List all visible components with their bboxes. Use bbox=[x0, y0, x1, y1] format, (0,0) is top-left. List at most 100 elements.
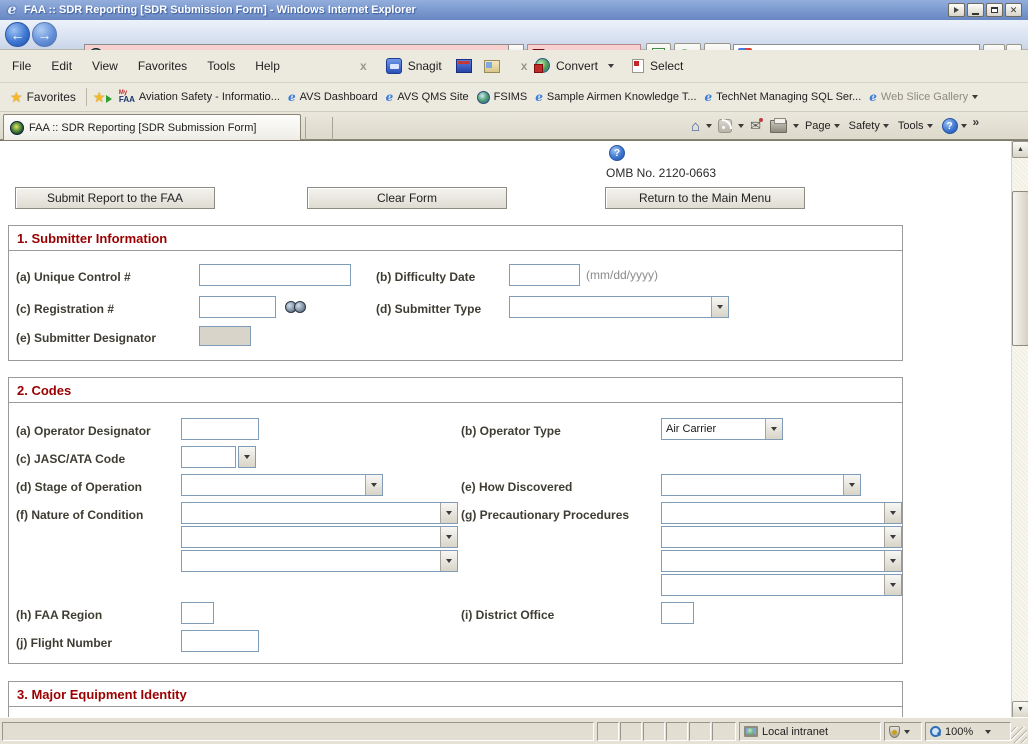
back-button[interactable]: ← bbox=[5, 22, 30, 47]
chevron-down-icon[interactable] bbox=[608, 64, 614, 68]
scroll-up-button[interactable]: ▲ bbox=[1012, 141, 1028, 158]
menu-tools[interactable]: Tools bbox=[199, 56, 243, 76]
scroll-down-button[interactable]: ▼ bbox=[1012, 701, 1028, 718]
resize-grip[interactable] bbox=[1011, 727, 1027, 743]
nature-of-condition-select-1[interactable] bbox=[181, 502, 458, 524]
registration-input[interactable] bbox=[199, 296, 276, 318]
convert-button[interactable]: Convert bbox=[556, 59, 598, 73]
home-button[interactable]: ⌂ bbox=[688, 117, 703, 136]
chevron-down-icon bbox=[849, 483, 855, 487]
select-dropdown-button[interactable] bbox=[884, 503, 901, 523]
select-button[interactable]: Select bbox=[650, 59, 683, 73]
faa-region-input[interactable] bbox=[181, 602, 214, 624]
new-tab-stub[interactable] bbox=[305, 117, 333, 140]
page-content: ? OMB No. 2120-0663 Submit Report to the… bbox=[0, 140, 1028, 717]
minimize-button[interactable] bbox=[967, 3, 984, 17]
favorite-link-aviation-safety[interactable]: MyFAA Aviation Safety - Informatio... bbox=[115, 87, 284, 107]
select-dropdown-button[interactable] bbox=[884, 527, 901, 547]
flight-number-input[interactable] bbox=[181, 630, 259, 652]
convert-icon bbox=[535, 58, 550, 73]
return-main-menu-button[interactable]: Return to the Main Menu bbox=[605, 187, 805, 209]
operator-type-select[interactable]: Air Carrier bbox=[661, 418, 783, 440]
add-favorite-button[interactable]: ★ bbox=[93, 89, 111, 105]
zoom-control-pane[interactable]: 100% bbox=[925, 722, 1011, 741]
tab-sdr-submission-form[interactable]: FAA :: SDR Reporting [SDR Submission For… bbox=[3, 114, 301, 140]
scrollbar-thumb[interactable] bbox=[1012, 191, 1028, 346]
feeds-dropdown[interactable] bbox=[738, 124, 744, 128]
close-button[interactable]: ✕ bbox=[1005, 3, 1022, 17]
registration-lookup-binoculars-icon[interactable] bbox=[285, 299, 307, 313]
unique-control-input[interactable] bbox=[199, 264, 351, 286]
select-dropdown-button[interactable] bbox=[711, 297, 728, 317]
tools-menu-button[interactable]: Tools bbox=[895, 118, 936, 134]
read-mail-button[interactable]: ✉ bbox=[747, 116, 764, 136]
toolbar-overflow-button[interactable]: » bbox=[973, 115, 980, 129]
help-menu-button[interactable]: ? bbox=[939, 116, 970, 136]
restore-button[interactable] bbox=[986, 3, 1003, 17]
vertical-scrollbar[interactable]: ▲ ▼ bbox=[1011, 141, 1028, 718]
select-dropdown-button[interactable] bbox=[440, 551, 457, 571]
favorite-link-technet-sql[interactable]: e TechNet Managing SQL Ser... bbox=[701, 87, 866, 107]
favorite-link-fsims[interactable]: FSIMS bbox=[473, 88, 532, 107]
snagit-capture-button[interactable] bbox=[456, 59, 472, 73]
precautionary-procedures-select-2[interactable] bbox=[661, 526, 902, 548]
favorite-link-avs-dashboard[interactable]: e AVS Dashboard bbox=[284, 87, 382, 107]
section-major-equipment-identity: 3. Major Equipment Identity bbox=[8, 681, 903, 718]
omb-number: OMB No. 2120-0663 bbox=[606, 166, 716, 180]
nature-of-condition-select-2[interactable] bbox=[181, 526, 458, 548]
menu-file[interactable]: File bbox=[4, 56, 39, 76]
printer-icon bbox=[770, 120, 787, 133]
select-dropdown-button[interactable] bbox=[440, 503, 457, 523]
menu-edit[interactable]: Edit bbox=[43, 56, 80, 76]
menu-help[interactable]: Help bbox=[247, 56, 288, 76]
select-dropdown-button[interactable] bbox=[884, 551, 901, 571]
print-dropdown[interactable] bbox=[793, 124, 799, 128]
menu-favorites[interactable]: Favorites bbox=[130, 56, 195, 76]
snagit-profile-button[interactable] bbox=[484, 60, 500, 73]
select-dropdown-button[interactable] bbox=[440, 527, 457, 547]
toolbar-close-button[interactable]: x bbox=[516, 59, 533, 73]
print-button[interactable] bbox=[767, 118, 790, 135]
favorite-link-web-slice-gallery[interactable]: e Web Slice Gallery bbox=[865, 87, 982, 107]
status-pane bbox=[597, 722, 619, 741]
difficulty-date-input[interactable] bbox=[509, 264, 580, 286]
select-dropdown-button[interactable] bbox=[843, 475, 860, 495]
section-title: 2. Codes bbox=[9, 378, 902, 403]
forward-button[interactable]: → bbox=[32, 22, 57, 47]
submit-report-button[interactable]: Submit Report to the FAA bbox=[15, 187, 215, 209]
favorite-link-sample-airmen[interactable]: e Sample Airmen Knowledge T... bbox=[531, 87, 700, 107]
omb-help-button[interactable]: ? bbox=[609, 145, 625, 161]
favorite-link-label: AVS QMS Site bbox=[397, 91, 468, 103]
snagit-icon[interactable] bbox=[386, 58, 402, 74]
safety-menu-button[interactable]: Safety bbox=[846, 118, 892, 134]
submitter-type-select[interactable] bbox=[509, 296, 729, 318]
home-dropdown[interactable] bbox=[706, 124, 712, 128]
precautionary-procedures-select-1[interactable] bbox=[661, 502, 902, 524]
minimize-icon bbox=[972, 13, 979, 15]
stage-of-operation-select[interactable] bbox=[181, 474, 383, 496]
favorite-link-avs-qms[interactable]: e AVS QMS Site bbox=[382, 87, 473, 107]
clear-form-button[interactable]: Clear Form bbox=[307, 187, 507, 209]
toolbar-expand-button[interactable] bbox=[948, 3, 965, 17]
chevron-down-icon bbox=[890, 535, 896, 539]
favorites-button[interactable]: ★ Favorites bbox=[6, 86, 80, 109]
nature-of-condition-select-3[interactable] bbox=[181, 550, 458, 572]
operator-designator-input[interactable] bbox=[181, 418, 259, 440]
submitter-designator-label: (e) Submitter Designator bbox=[16, 331, 156, 345]
submitter-type-label: (d) Submitter Type bbox=[376, 302, 481, 316]
precautionary-procedures-select-3[interactable] bbox=[661, 550, 902, 572]
district-office-input[interactable] bbox=[661, 602, 694, 624]
menu-view[interactable]: View bbox=[84, 56, 126, 76]
select-dropdown-button[interactable] bbox=[884, 575, 901, 595]
toolbar-close-button[interactable]: x bbox=[355, 59, 372, 73]
jasc-ata-code-input[interactable] bbox=[181, 446, 236, 468]
select-dropdown-button[interactable] bbox=[365, 475, 382, 495]
snagit-label[interactable]: Snagit bbox=[408, 59, 442, 73]
jasc-ata-lookup-button[interactable] bbox=[238, 446, 256, 468]
page-menu-button[interactable]: Page bbox=[802, 118, 843, 134]
feeds-button[interactable] bbox=[715, 117, 735, 135]
protected-mode-pane[interactable] bbox=[884, 722, 922, 741]
precautionary-procedures-select-4[interactable] bbox=[661, 574, 902, 596]
how-discovered-select[interactable] bbox=[661, 474, 861, 496]
select-dropdown-button[interactable] bbox=[765, 419, 782, 439]
